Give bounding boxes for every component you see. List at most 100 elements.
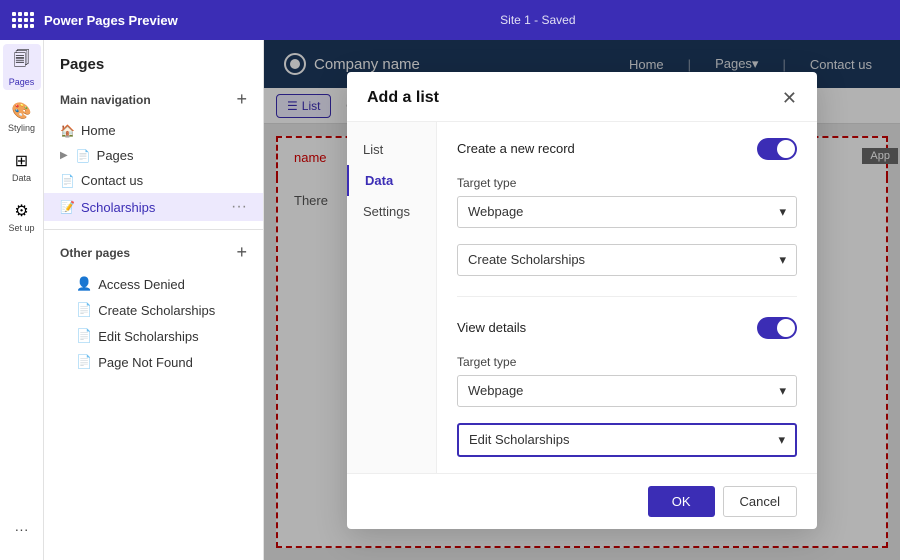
pages-nav-icon: 📄 (76, 149, 91, 163)
nav-divider (44, 229, 263, 230)
nav-item-scholarships-label: Scholarships (81, 200, 155, 215)
nav-item-create-scholarships-label: Create Scholarships (98, 303, 215, 318)
nav-item-scholarships[interactable]: 📝 Scholarships ··· (44, 193, 263, 221)
styling-icon: 🎨 (12, 101, 32, 121)
setup-icon: ⚙ (14, 201, 28, 221)
data-label: Data (12, 173, 31, 183)
target-type-2-row: Target type Webpage ▾ (457, 355, 797, 407)
nav-item-edit-scholarships[interactable]: 📄 Edit Scholarships (44, 323, 263, 349)
sidebar-item-pages[interactable]: 🗐 Pages (3, 44, 41, 90)
modal-tab-list[interactable]: List (347, 134, 436, 165)
create-new-record-row: Create a new record (457, 138, 797, 160)
modal-sidebar: List Data Settings (347, 122, 437, 473)
modal-tab-data[interactable]: Data (347, 165, 436, 196)
edit-scholarships-chevron: ▾ (778, 432, 785, 448)
target-type-1-value: Webpage (468, 204, 523, 219)
pages-panel-header: Pages (44, 56, 263, 85)
modal-title: Add a list (367, 89, 439, 107)
tab-settings-label: Settings (363, 204, 410, 219)
modal-section-divider (457, 296, 797, 297)
more-icon: ··· (15, 521, 29, 537)
main-navigation-header: Main navigation + (44, 85, 263, 118)
setup-label: Set up (8, 223, 34, 233)
sidebar-item-setup[interactable]: ⚙ Set up (3, 194, 41, 240)
site-preview: Company name Home | Pages▾ | Contact us … (264, 40, 900, 560)
chevron-right-icon: ▶ (60, 150, 68, 161)
scholarships-more-icon[interactable]: ··· (231, 198, 247, 216)
target-type-1-select[interactable]: Webpage ▾ (457, 196, 797, 228)
tab-data-label: Data (365, 173, 393, 188)
target-type-1-label: Target type (457, 176, 797, 190)
icon-sidebar: 🗐 Pages 🎨 Styling ⊞ Data ⚙ Set up ··· (0, 40, 44, 560)
modal-body: List Data Settings (347, 122, 817, 473)
modal-close-button[interactable]: ✕ (782, 88, 797, 109)
create-scholarships-row: Create Scholarships ▾ (457, 244, 797, 276)
nav-item-home[interactable]: 🏠 Home (44, 118, 263, 143)
other-pages-title: Other pages (60, 246, 130, 260)
site-status: Site 1 - Saved (188, 13, 888, 27)
contact-icon: 📄 (60, 174, 75, 188)
pages-panel: Pages Main navigation + 🏠 Home ▶ 📄 Pages… (44, 40, 264, 560)
sidebar-item-data[interactable]: ⊞ Data (3, 144, 41, 190)
home-icon: 🏠 (60, 124, 75, 138)
nav-item-contact[interactable]: 📄 Contact us (44, 168, 263, 193)
create-scholarships-chevron: ▾ (779, 252, 786, 268)
modal-header: Add a list ✕ (347, 72, 817, 122)
nav-item-create-scholarships[interactable]: 📄 Create Scholarships (44, 297, 263, 323)
access-denied-icon: 👤 (76, 276, 92, 292)
add-list-modal: Add a list ✕ List Data (347, 72, 817, 529)
content-area: Company name Home | Pages▾ | Contact us … (264, 40, 900, 560)
nav-item-contact-label: Contact us (81, 173, 143, 188)
nav-item-access-denied-label: Access Denied (98, 277, 185, 292)
ok-button[interactable]: OK (648, 486, 715, 517)
modal-tab-settings[interactable]: Settings (347, 196, 436, 227)
add-other-pages-button[interactable]: + (236, 242, 247, 263)
edit-scholarships-row: Edit Scholarships ▾ (457, 423, 797, 457)
sidebar-item-styling[interactable]: 🎨 Styling (3, 94, 41, 140)
view-details-row: View details (457, 317, 797, 339)
create-scholarships-value: Create Scholarships (468, 252, 585, 267)
create-new-record-label: Create a new record (457, 141, 575, 156)
nav-item-access-denied[interactable]: 👤 Access Denied (44, 271, 263, 297)
nav-item-home-label: Home (81, 123, 116, 138)
create-new-record-toggle[interactable] (757, 138, 797, 160)
edit-scholarships-value: Edit Scholarships (469, 432, 569, 447)
target-type-2-value: Webpage (468, 383, 523, 398)
target-type-2-label: Target type (457, 355, 797, 369)
modal-footer: OK Cancel (347, 473, 817, 529)
create-scholarships-icon: 📄 (76, 302, 92, 318)
sidebar-item-more[interactable]: ··· (3, 506, 41, 552)
modal-content-area: Create a new record Target type Webpage … (437, 122, 817, 473)
other-pages-header: Other pages + (44, 238, 263, 271)
tab-list-label: List (363, 142, 383, 157)
apps-icon[interactable] (12, 12, 34, 28)
nav-item-edit-scholarships-label: Edit Scholarships (98, 329, 198, 344)
view-details-label: View details (457, 320, 526, 335)
topbar: Power Pages Preview Site 1 - Saved (0, 0, 900, 40)
view-details-toggle[interactable] (757, 317, 797, 339)
edit-scholarships-select[interactable]: Edit Scholarships ▾ (457, 423, 797, 457)
page-not-found-icon: 📄 (76, 354, 92, 370)
target-type-2-chevron: ▾ (779, 383, 786, 399)
edit-scholarships-icon: 📄 (76, 328, 92, 344)
styling-label: Styling (8, 123, 35, 133)
create-scholarships-select[interactable]: Create Scholarships ▾ (457, 244, 797, 276)
app-title: Power Pages Preview (44, 13, 178, 28)
pages-icon: 🗐 (14, 48, 30, 75)
nav-item-page-not-found[interactable]: 📄 Page Not Found (44, 349, 263, 375)
modal-overlay: Add a list ✕ List Data (264, 40, 900, 560)
add-main-nav-button[interactable]: + (236, 89, 247, 110)
cancel-button[interactable]: Cancel (723, 486, 797, 517)
nav-item-pages[interactable]: ▶ 📄 Pages (44, 143, 263, 168)
target-type-1-chevron: ▾ (779, 204, 786, 220)
main-layout: 🗐 Pages 🎨 Styling ⊞ Data ⚙ Set up ··· Pa… (0, 40, 900, 560)
data-icon: ⊞ (15, 151, 28, 171)
main-nav-title: Main navigation (60, 93, 151, 107)
scholarships-icon: 📝 (60, 200, 75, 214)
target-type-2-select[interactable]: Webpage ▾ (457, 375, 797, 407)
target-type-1-row: Target type Webpage ▾ (457, 176, 797, 228)
pages-panel-title: Pages (60, 56, 104, 73)
nav-item-page-not-found-label: Page Not Found (98, 355, 193, 370)
nav-item-pages-label: Pages (97, 148, 134, 163)
pages-label: Pages (9, 77, 35, 87)
